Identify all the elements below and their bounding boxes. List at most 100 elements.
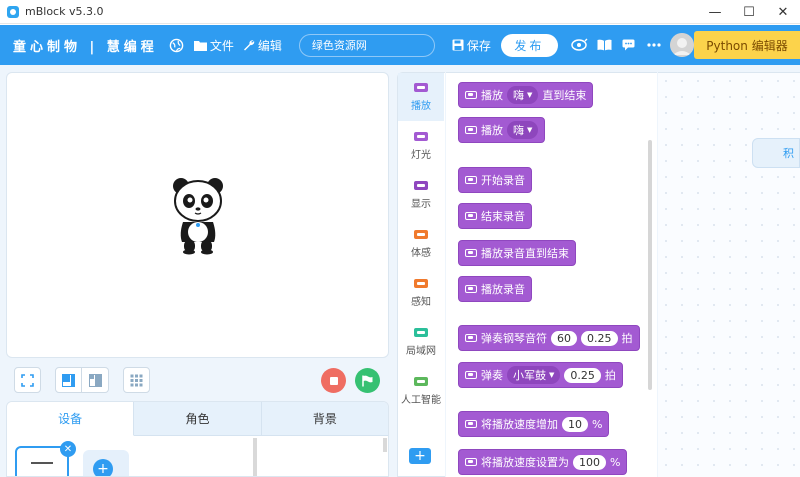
main-area: 设备 角色 背景 ✕ + 播放 灯光 显示 体感 感知 局域网 人工智能 + 积 bbox=[0, 65, 800, 477]
user-avatar[interactable] bbox=[669, 33, 694, 57]
category-display[interactable]: 显示 bbox=[398, 171, 444, 219]
block-text: 播放 bbox=[481, 89, 503, 102]
sound-dropdown[interactable]: 嗨 ▼ bbox=[507, 86, 539, 104]
save-icon bbox=[452, 39, 464, 51]
language-globe-icon[interactable] bbox=[169, 38, 184, 53]
block-play[interactable]: 播放 嗨 ▼ bbox=[458, 117, 546, 143]
block-text: 弹奏钢琴音符 bbox=[481, 332, 547, 345]
file-menu-label: 文件 bbox=[209, 38, 234, 53]
feedback-chat-icon[interactable] bbox=[622, 39, 635, 51]
tab-devices[interactable]: 设备 bbox=[7, 402, 135, 436]
block-play-recording[interactable]: 播放录音 bbox=[458, 276, 532, 302]
publish-button[interactable]: 发布 bbox=[500, 33, 558, 57]
category-display-icon bbox=[414, 180, 428, 190]
category-label: 播放 bbox=[411, 100, 431, 112]
add-extension-button[interactable]: + bbox=[409, 448, 431, 464]
block-change-playback-speed[interactable]: 将播放速度增加 10 % bbox=[458, 411, 610, 437]
speed-set-input[interactable]: 100 bbox=[573, 454, 606, 470]
folder-icon bbox=[193, 40, 207, 51]
panel-scrollbar[interactable] bbox=[383, 438, 387, 452]
book-icon[interactable] bbox=[597, 39, 612, 51]
wrench-icon bbox=[243, 40, 255, 51]
category-motion-sensing[interactable]: 体感 bbox=[398, 220, 444, 268]
python-editor-button[interactable]: Python 编辑器 bbox=[694, 31, 800, 59]
maximize-button[interactable]: ☐ bbox=[732, 0, 766, 24]
category-lights[interactable]: 灯光 bbox=[398, 122, 444, 170]
grid-icon bbox=[130, 374, 143, 386]
block-device-icon bbox=[465, 285, 477, 293]
remove-device-icon[interactable]: ✕ bbox=[60, 441, 76, 457]
drum-dropdown[interactable]: 小军鼓 ▼ bbox=[507, 366, 561, 384]
block-device-icon bbox=[465, 176, 477, 184]
mblock-app-icon bbox=[7, 5, 19, 18]
tab-sprites[interactable]: 角色 bbox=[134, 402, 262, 436]
grid-view-button[interactable] bbox=[123, 367, 150, 393]
block-play-piano-note[interactable]: 弹奏钢琴音符 60 0.25 拍 bbox=[458, 325, 640, 351]
beats-input[interactable]: 0.25 bbox=[564, 367, 601, 383]
device-list-scrollbar[interactable] bbox=[253, 438, 257, 476]
panda-sprite[interactable] bbox=[169, 176, 229, 256]
save-button[interactable]: 保存 bbox=[452, 37, 491, 54]
block-text: 结束录音 bbox=[481, 210, 525, 223]
sound-dropdown[interactable]: 嗨 ▼ bbox=[507, 121, 539, 139]
user-avatar-icon bbox=[669, 33, 694, 57]
block-play-until-done[interactable]: 播放 嗨 ▼ 直到结束 bbox=[458, 82, 594, 108]
category-play-icon bbox=[414, 82, 428, 92]
block-stop-recording[interactable]: 结束录音 bbox=[458, 203, 532, 229]
stage-toolbar bbox=[14, 367, 150, 393]
dropdown-value: 嗨 bbox=[513, 89, 524, 102]
beats-input[interactable]: 0.25 bbox=[581, 330, 618, 346]
block-text: 将播放速度设置为 bbox=[481, 456, 569, 469]
category-lights-icon bbox=[414, 131, 428, 141]
category-lan[interactable]: 局域网 bbox=[398, 318, 444, 366]
category-label: 局域网 bbox=[406, 345, 436, 357]
category-ai[interactable]: 人工智能 bbox=[398, 367, 444, 415]
small-stage-button[interactable] bbox=[82, 367, 109, 393]
sprite-blocks-tab[interactable]: 积 bbox=[752, 138, 800, 168]
block-set-playback-speed[interactable]: 将播放速度设置为 100 % bbox=[458, 449, 628, 475]
category-lan-icon bbox=[414, 327, 428, 337]
category-label: 灯光 bbox=[411, 149, 431, 161]
dropdown-value: 小军鼓 bbox=[513, 369, 546, 382]
close-button[interactable]: ✕ bbox=[766, 0, 800, 24]
block-text: 播放录音 bbox=[481, 283, 525, 296]
more-icon[interactable] bbox=[647, 43, 661, 47]
edit-menu[interactable]: 编辑 bbox=[243, 37, 282, 54]
chevron-down-icon: ▼ bbox=[549, 371, 555, 379]
block-play-drum[interactable]: 弹奏 小军鼓 ▼ 0.25 拍 bbox=[458, 362, 623, 388]
block-categories: 播放 灯光 显示 体感 感知 局域网 人工智能 + bbox=[397, 72, 445, 477]
stage[interactable] bbox=[6, 72, 389, 358]
category-sensing[interactable]: 感知 bbox=[398, 269, 444, 317]
chevron-down-icon: ▼ bbox=[527, 91, 533, 99]
script-area[interactable] bbox=[658, 72, 800, 477]
object-tabs-panel: 设备 角色 背景 ✕ + bbox=[6, 401, 389, 477]
fullscreen-button[interactable] bbox=[14, 367, 41, 393]
category-sensing-icon bbox=[414, 278, 428, 288]
title-bar: mBlock v5.3.0 — ☐ ✕ bbox=[0, 0, 800, 24]
block-play-recording-until-done[interactable]: 播放录音直到结束 bbox=[458, 240, 576, 266]
block-text-after: % bbox=[610, 455, 621, 469]
speed-change-input[interactable]: 10 bbox=[562, 416, 588, 432]
dropdown-value: 嗨 bbox=[513, 124, 524, 137]
file-menu[interactable]: 文件 bbox=[193, 37, 234, 54]
stop-button[interactable] bbox=[321, 368, 346, 393]
stop-icon bbox=[329, 376, 338, 385]
category-motion-sensing-icon bbox=[414, 229, 428, 239]
minimize-button[interactable]: — bbox=[698, 0, 732, 24]
green-flag-button[interactable] bbox=[355, 368, 380, 393]
note-input[interactable]: 60 bbox=[551, 330, 577, 346]
block-start-recording[interactable]: 开始录音 bbox=[458, 167, 532, 193]
category-play[interactable]: 播放 bbox=[398, 73, 444, 121]
project-name-input[interactable] bbox=[298, 33, 435, 57]
device-connect-icon[interactable] bbox=[570, 38, 588, 52]
block-text-after: % bbox=[592, 417, 603, 431]
large-stage-button[interactable] bbox=[55, 367, 82, 393]
category-label: 感知 bbox=[411, 296, 431, 308]
tab-backgrounds[interactable]: 背景 bbox=[261, 402, 388, 436]
palette-scrollbar[interactable] bbox=[648, 140, 652, 390]
category-label: 显示 bbox=[411, 198, 431, 210]
window-title: mBlock v5.3.0 bbox=[25, 5, 104, 18]
fullscreen-icon bbox=[21, 373, 34, 387]
block-text: 播放 bbox=[481, 124, 503, 137]
category-label: 人工智能 bbox=[401, 394, 441, 406]
